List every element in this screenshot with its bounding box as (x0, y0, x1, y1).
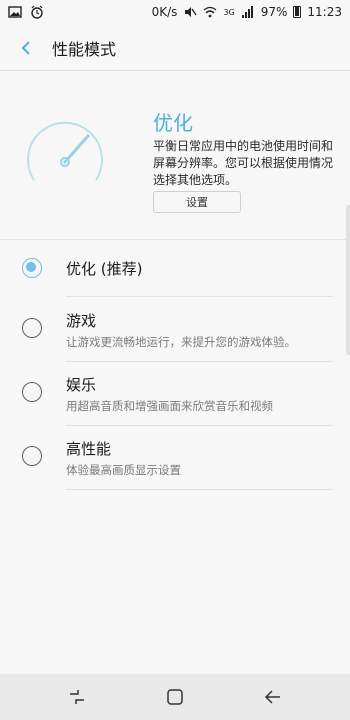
header-divider (0, 70, 350, 71)
page-title: 性能模式 (52, 40, 117, 59)
option-high-performance[interactable]: 高性能 体验最高画质显示设置 (0, 426, 350, 490)
option-title: 高性能 (66, 440, 112, 458)
option-title: 游戏 (66, 312, 97, 330)
radio-unselected-icon[interactable] (22, 382, 42, 402)
back-arrow-icon (21, 41, 30, 55)
recents-button[interactable] (64, 684, 90, 710)
option-subtitle: 体验最高画质显示设置 (66, 463, 181, 477)
back-icon (264, 690, 280, 704)
current-mode-description: 平衡日常应用中的电池使用时间和屏幕分辨率。您可以根据使用情况选择其他选项。 (153, 139, 334, 187)
option-divider (66, 296, 333, 297)
option-title: 优化 (推荐) (66, 260, 143, 278)
radio-unselected-icon[interactable] (22, 318, 42, 338)
network-speed: 0K/s (151, 5, 178, 19)
wifi-icon (204, 6, 217, 18)
signal-icon (241, 6, 253, 18)
network-type: 3G (223, 7, 235, 17)
home-button[interactable] (162, 684, 188, 710)
option-subtitle: 让游戏更流畅地运行，来提升您的游戏体验。 (66, 335, 296, 349)
settings-button[interactable]: 设置 (153, 191, 241, 213)
recents-icon (70, 690, 84, 704)
option-optimized[interactable]: 优化 (推荐) (0, 240, 350, 304)
speedometer-icon (27, 121, 103, 181)
current-mode-title: 优化 (153, 111, 193, 135)
option-entertainment[interactable]: 娱乐 用超高音质和增强画面来欣赏音乐和视频 (0, 362, 350, 426)
app-bar: 性能模式 (0, 28, 350, 68)
mute-icon (185, 7, 197, 17)
status-bar: 0K/s 3G 97% 11:23 (0, 0, 350, 24)
status-right: 0K/s 3G 97% 11:23 (152, 5, 342, 19)
status-left (8, 5, 44, 19)
gallery-icon (8, 6, 22, 18)
navigation-bar (0, 674, 350, 720)
option-subtitle: 用超高音质和增强画面来欣赏音乐和视频 (66, 399, 273, 413)
home-icon (167, 689, 183, 705)
radio-selected-icon[interactable] (22, 258, 42, 278)
battery-icon (293, 6, 302, 18)
edge-panel-handle[interactable] (346, 205, 350, 355)
nav-back-button[interactable] (260, 684, 286, 710)
option-title: 娱乐 (66, 376, 97, 394)
option-game[interactable]: 游戏 让游戏更流畅地运行，来提升您的游戏体验。 (0, 298, 350, 362)
radio-unselected-icon[interactable] (22, 446, 42, 466)
battery-percent: 97% (260, 5, 288, 19)
clock: 11:23 (307, 5, 342, 19)
alarm-icon (31, 5, 43, 19)
back-button[interactable] (0, 28, 52, 68)
option-divider (66, 489, 333, 490)
